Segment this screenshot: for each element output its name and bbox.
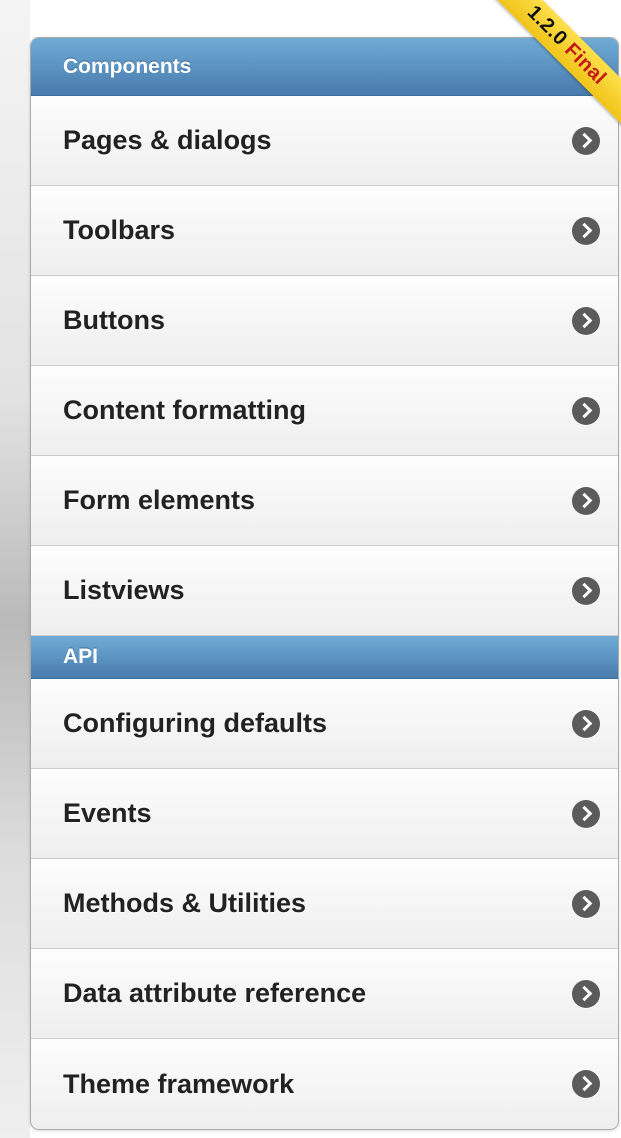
list-item-configuring-defaults[interactable]: Configuring defaults — [31, 679, 618, 769]
list-item-label: Content formatting — [63, 395, 306, 425]
list-item-label: Pages & dialogs — [63, 125, 272, 155]
list-item-buttons[interactable]: Buttons — [31, 276, 618, 366]
chevron-right-icon — [572, 889, 600, 918]
chevron-right-icon — [572, 576, 600, 605]
list-item-toolbars[interactable]: Toolbars — [31, 186, 618, 276]
page-background — [0, 0, 30, 1138]
chevron-right-icon — [572, 306, 600, 335]
list-item-label: Form elements — [63, 485, 256, 515]
list-item-label: Toolbars — [63, 215, 176, 245]
list-item-content-formatting[interactable]: Content formatting — [31, 366, 618, 456]
list-item-label: Configuring defaults — [63, 708, 327, 738]
list-item-label: Buttons — [63, 305, 165, 335]
section-header-api: API — [31, 636, 618, 679]
chevron-right-icon — [572, 396, 600, 425]
section-header-components: Components — [31, 38, 618, 96]
list-item-data-attribute-reference[interactable]: Data attribute reference — [31, 949, 618, 1039]
list-item-label: Theme framework — [63, 1068, 295, 1099]
list-item-form-elements[interactable]: Form elements — [31, 456, 618, 546]
list-item-label: Events — [63, 798, 152, 828]
list-item-events[interactable]: Events — [31, 769, 618, 859]
chevron-right-icon — [572, 216, 600, 245]
list-item-theme-framework[interactable]: Theme framework — [31, 1039, 618, 1129]
list-item-label: Listviews — [63, 575, 185, 605]
list-item-listviews[interactable]: Listviews — [31, 546, 618, 636]
chevron-right-icon — [572, 799, 600, 828]
chevron-right-icon — [572, 979, 600, 1008]
chevron-right-icon — [572, 486, 600, 515]
list-item-label: Methods & Utilities — [63, 888, 307, 918]
list-item-pages-dialogs[interactable]: Pages & dialogs — [31, 96, 618, 186]
chevron-right-icon — [572, 126, 600, 155]
chevron-right-icon — [572, 709, 600, 738]
chevron-right-icon — [572, 1070, 600, 1098]
list-item-methods-utilities[interactable]: Methods & Utilities — [31, 859, 618, 949]
nav-listview: Components Pages & dialogs Toolbars Butt… — [30, 37, 619, 1130]
section-title: API — [63, 645, 99, 668]
list-item-label: Data attribute reference — [63, 978, 367, 1008]
section-title: Components — [63, 54, 192, 78]
